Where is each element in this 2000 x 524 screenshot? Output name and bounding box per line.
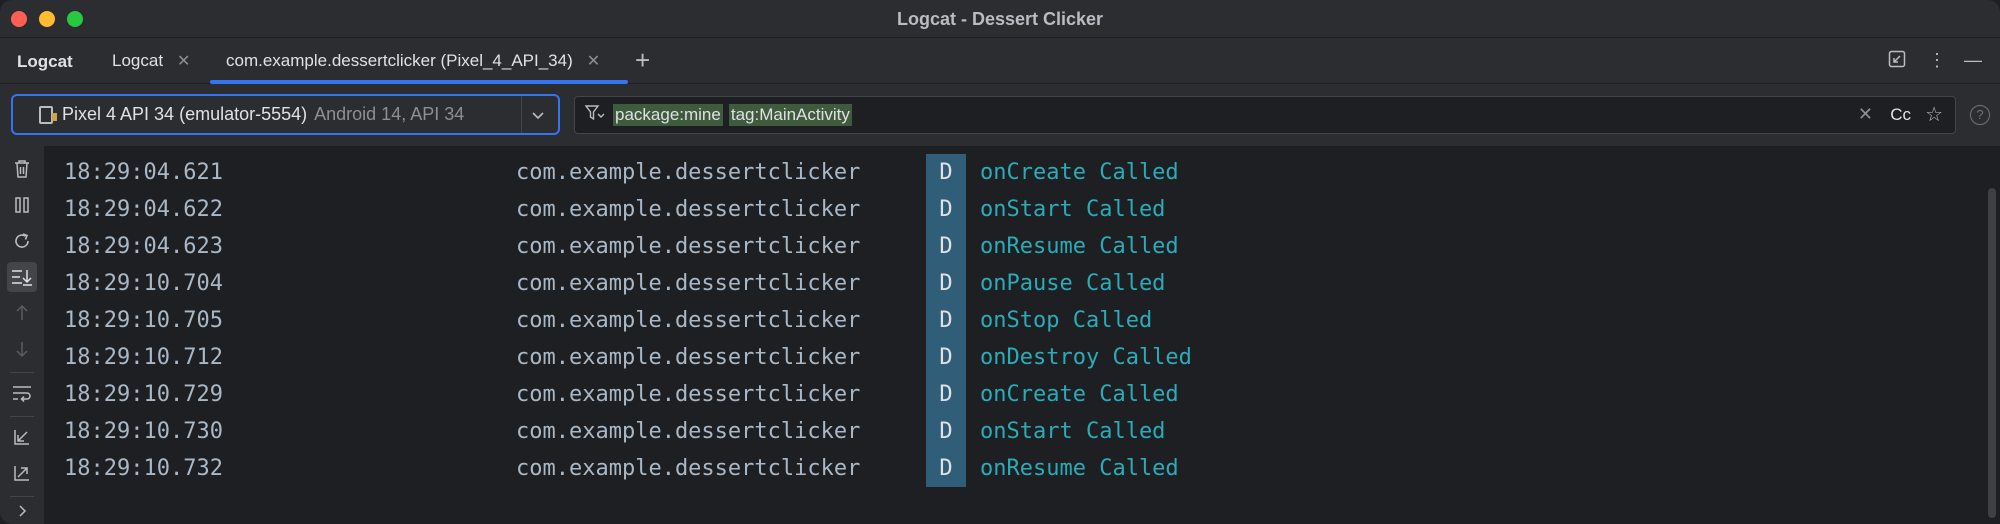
divider [10,416,34,417]
log-time: 18:29:10.712 [64,345,223,370]
close-tab-icon[interactable]: ✕ [587,51,600,71]
log-package: com.example.dessertclicker [516,419,861,444]
trash-icon[interactable] [7,154,37,184]
down-arrow-icon[interactable] [7,334,37,364]
tab-dessertclicker[interactable]: com.example.dessertclicker (Pixel_4_API_… [210,38,628,84]
scroll-to-end-icon[interactable] [7,262,37,292]
divider [10,372,34,373]
more-options-icon[interactable]: ⋮ [1928,50,1946,71]
log-time: 18:29:10.705 [64,308,223,333]
logcat-toolbar: Pixel 4 API 34 (emulator-5554) Android 1… [0,84,2000,146]
title-bar: Logcat - Dessert Clicker [0,0,2000,38]
add-tab-icon[interactable]: + [635,45,650,76]
log-row[interactable]: 18:29:04.621 com.example.dessertclicker … [44,154,1984,191]
device-icon [39,105,57,124]
up-arrow-icon[interactable] [7,298,37,328]
log-message: onResume Called [980,456,1179,481]
tool-window-title: Logcat [17,52,73,71]
log-message: onResume Called [980,234,1179,259]
divider [521,96,522,133]
log-package: com.example.dessertclicker [516,308,861,333]
expand-icon[interactable] [7,496,37,524]
log-time: 18:29:04.622 [64,197,223,222]
log-row[interactable]: 18:29:10.730 com.example.dessertclicker … [44,413,1984,450]
log-message: onStart Called [980,419,1166,444]
log-time: 18:29:10.732 [64,456,223,481]
log-package: com.example.dessertclicker [516,160,861,185]
restart-icon[interactable] [7,226,37,256]
log-level-badge: D [926,191,966,228]
window-title: Logcat - Dessert Clicker [896,9,1104,29]
logcat-window: Logcat - Dessert Clicker Logcat Logcat ✕… [0,0,2000,524]
log-row[interactable]: 18:29:10.704 com.example.dessertclicker … [44,265,1984,302]
log-level-badge: D [926,413,966,450]
log-package: com.example.dessertclicker [516,234,861,259]
log-time: 18:29:10.729 [64,382,223,407]
log-row[interactable]: 18:29:10.712 com.example.dessertclicker … [44,339,1984,376]
log-row[interactable]: 18:29:10.729 com.example.dessertclicker … [44,376,1984,413]
log-time: 18:29:10.704 [64,271,223,296]
log-package: com.example.dessertclicker [516,345,861,370]
log-level-badge: D [926,339,966,376]
device-selector[interactable]: Pixel 4 API 34 (emulator-5554) Android 1… [11,94,560,135]
log-row[interactable]: 18:29:10.705 com.example.dessertclicker … [44,302,1984,339]
soft-wrap-icon[interactable] [7,378,37,408]
log-level-badge: D [926,228,966,265]
minimize-panel-icon[interactable] [1888,50,1906,73]
log-message: onCreate Called [980,160,1179,185]
clear-filter-icon[interactable]: ✕ [1858,104,1873,125]
log-row[interactable]: 18:29:04.623 com.example.dessertclicker … [44,228,1984,265]
device-name: Pixel 4 API 34 (emulator-5554) [62,104,308,124]
help-icon[interactable]: ? [1970,105,1990,125]
log-level-badge: D [926,154,966,191]
export-icon[interactable] [7,458,37,488]
match-case-toggle[interactable]: Cc [1890,105,1911,125]
tab-label: com.example.dessertclicker (Pixel_4_API_… [226,51,573,70]
log-message: onStart Called [980,197,1166,222]
close-tab-icon[interactable]: ✕ [177,51,190,71]
tab-logcat[interactable]: Logcat ✕ [112,38,190,84]
pause-icon[interactable] [7,190,37,220]
tab-bar: Logcat Logcat ✕ com.example.dessertclick… [0,38,2000,84]
log-time: 18:29:04.623 [64,234,223,259]
vertical-scrollbar[interactable] [1988,188,1996,518]
import-icon[interactable] [7,422,37,452]
log-message: onStop Called [980,308,1153,333]
log-package: com.example.dessertclicker [516,382,861,407]
log-package: com.example.dessertclicker [516,271,861,296]
log-level-badge: D [926,265,966,302]
log-level-badge: D [926,302,966,339]
left-toolbar [0,146,44,524]
filter-term: package:mine [613,104,723,126]
log-level-badge: D [926,450,966,487]
filter-input[interactable]: package:mine tag:MainActivity ✕ Cc ☆ [574,96,1956,134]
log-message: onPause Called [980,271,1166,296]
log-time: 18:29:04.621 [64,160,223,185]
log-level-badge: D [926,376,966,413]
log-message: onCreate Called [980,382,1179,407]
tab-label: Logcat [112,51,164,70]
favorite-filter-icon[interactable]: ☆ [1925,102,1943,127]
log-message: onDestroy Called [980,345,1192,370]
hide-panel-icon[interactable]: — [1964,50,1982,71]
log-list[interactable]: 18:29:04.621 com.example.dessertclicker … [44,146,2000,524]
device-detail: Android 14, API 34 [314,104,465,124]
log-row[interactable]: 18:29:04.622 com.example.dessertclicker … [44,191,1984,228]
chevron-down-icon[interactable] [531,102,545,127]
log-package: com.example.dessertclicker [516,456,861,481]
log-row[interactable]: 18:29:10.732 com.example.dessertclicker … [44,450,1984,487]
filter-icon[interactable] [584,104,605,127]
log-package: com.example.dessertclicker [516,197,861,222]
log-time: 18:29:10.730 [64,419,223,444]
filter-term: tag:MainActivity [728,104,852,126]
